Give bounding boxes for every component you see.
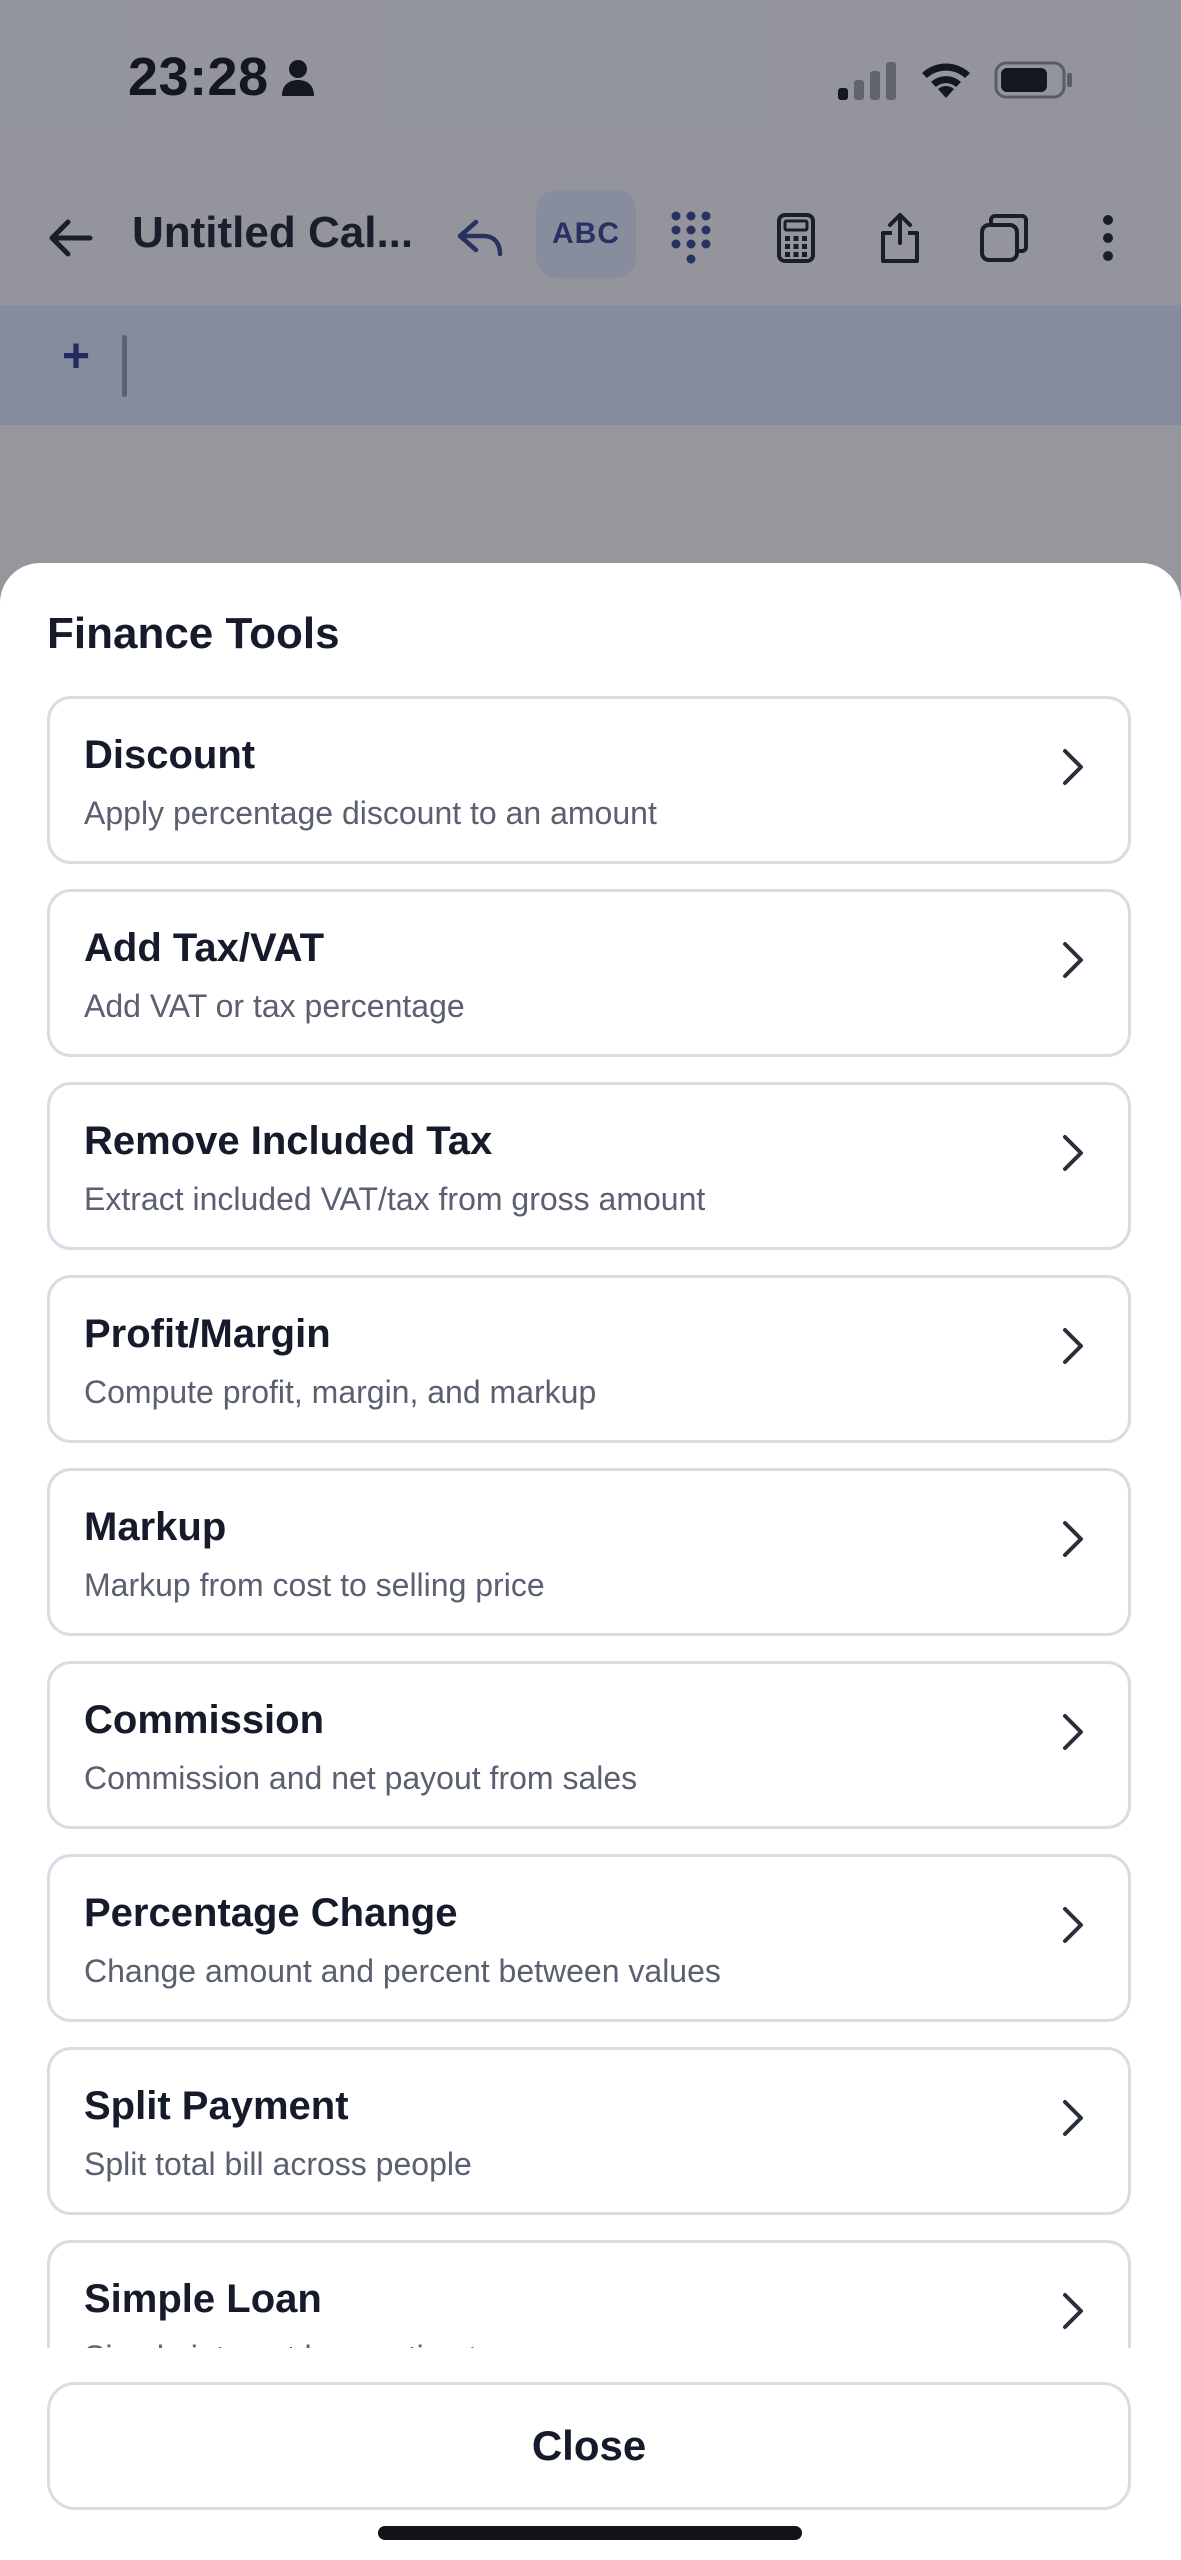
close-button[interactable]: Close xyxy=(47,2382,1131,2510)
chevron-right-icon xyxy=(1063,749,1083,785)
tool-name: Split Payment xyxy=(84,2084,349,2128)
tool-name: Profit/Margin xyxy=(84,1312,331,1356)
tool-description: Add VAT or tax percentage xyxy=(84,988,465,1024)
chevron-right-icon xyxy=(1063,2293,1083,2329)
tool-item-add-tax-vat[interactable]: Add Tax/VAT Add VAT or tax percentage xyxy=(47,889,1131,1057)
tool-name: Markup xyxy=(84,1505,227,1549)
chevron-right-icon xyxy=(1063,2100,1083,2136)
tool-description: Apply percentage discount to an amount xyxy=(84,795,657,831)
finance-tools-sheet: Finance Tools Discount Apply percentage … xyxy=(0,563,1181,2560)
tool-name: Discount xyxy=(84,733,256,777)
tool-item-simple-loan[interactable]: Simple Loan Simple interest loan estimat… xyxy=(47,2240,1131,2348)
tool-item-split-payment[interactable]: Split Payment Split total bill across pe… xyxy=(47,2047,1131,2215)
tool-description: Extract included VAT/tax from gross amou… xyxy=(84,1181,706,1217)
tool-item-discount[interactable]: Discount Apply percentage discount to an… xyxy=(47,696,1131,864)
chevron-right-icon xyxy=(1063,1135,1083,1171)
tool-description: Commission and net payout from sales xyxy=(84,1760,638,1796)
tool-name: Simple Loan xyxy=(84,2277,322,2321)
tool-item-profit-margin[interactable]: Profit/Margin Compute profit, margin, an… xyxy=(47,1275,1131,1443)
chevron-right-icon xyxy=(1063,1328,1083,1364)
tool-name: Add Tax/VAT xyxy=(84,926,324,970)
tool-item-markup[interactable]: Markup Markup from cost to selling price xyxy=(47,1468,1131,1636)
tool-description: Change amount and percent between values xyxy=(84,1953,721,1989)
tool-description: Split total bill across people xyxy=(84,2146,472,2182)
chevron-right-icon xyxy=(1063,1907,1083,1943)
screen: 23:28 Untitled Cal... ABC + Finance Tool… xyxy=(0,0,1181,2560)
tool-description: Compute profit, margin, and markup xyxy=(84,1374,597,1410)
tool-description: Simple interest loan estimate xyxy=(84,2339,495,2348)
tool-item-commission[interactable]: Commission Commission and net payout fro… xyxy=(47,1661,1131,1829)
chevron-right-icon xyxy=(1063,1521,1083,1557)
sheet-title: Finance Tools xyxy=(47,609,340,658)
tool-name: Commission xyxy=(84,1698,325,1742)
tool-description: Markup from cost to selling price xyxy=(84,1567,545,1603)
tools-list[interactable]: Discount Apply percentage discount to an… xyxy=(0,696,1181,2348)
chevron-right-icon xyxy=(1063,942,1083,978)
tool-name: Percentage Change xyxy=(84,1891,458,1935)
tool-name: Remove Included Tax xyxy=(84,1119,493,1163)
chevron-right-icon xyxy=(1063,1714,1083,1750)
tool-item-remove-included-tax[interactable]: Remove Included Tax Extract included VAT… xyxy=(47,1082,1131,1250)
home-indicator[interactable] xyxy=(378,2526,802,2540)
tool-item-percentage-change[interactable]: Percentage Change Change amount and perc… xyxy=(47,1854,1131,2022)
